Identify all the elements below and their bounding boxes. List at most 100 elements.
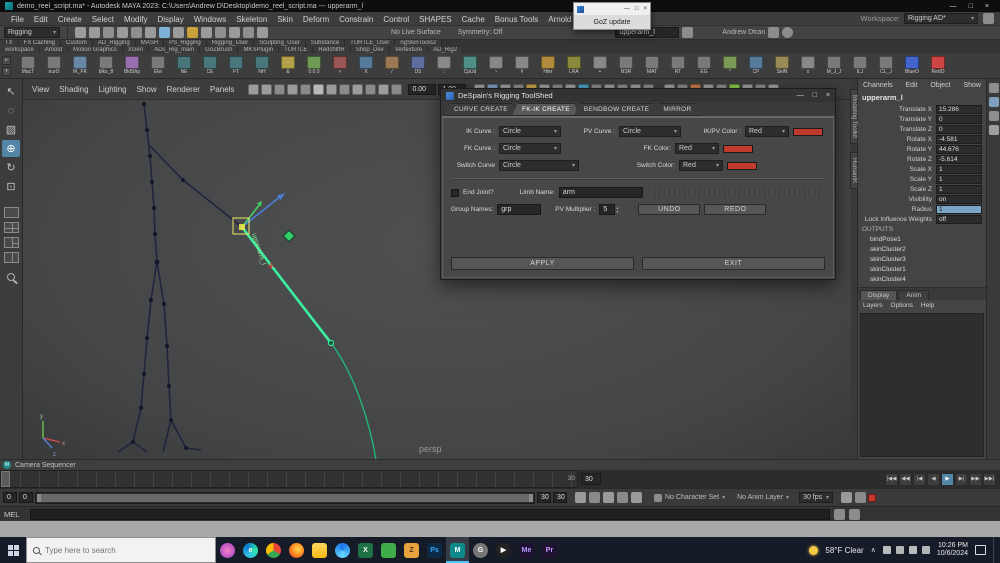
browser2-icon[interactable] [331, 537, 354, 563]
shelf-button[interactable]: CL_J [873, 54, 899, 78]
shelf-button[interactable]: X [353, 54, 379, 78]
layout-single-pane-button[interactable] [3, 207, 19, 218]
media-encoder-icon[interactable]: Me [515, 537, 538, 563]
viewport-toolbar-icon[interactable] [300, 83, 312, 95]
shelf-button[interactable]: CP [743, 54, 769, 78]
output-node-item[interactable]: skinCluster1 [858, 265, 986, 275]
channel-attribute-value[interactable]: off [936, 214, 982, 224]
menu-item[interactable]: Skeleton [231, 15, 272, 24]
media-player-icon[interactable]: ▶ [492, 537, 515, 563]
layout-four-pane-button[interactable] [3, 222, 19, 233]
pv-multiplier-stepper[interactable]: ▴ ▾ [616, 205, 618, 214]
manipulator-center-handle[interactable] [239, 224, 245, 230]
scale-tool[interactable]: ⊡ [2, 178, 20, 195]
character-set-selector[interactable]: No Character Set ▾ [654, 493, 725, 502]
group-names-input[interactable]: grp [497, 204, 542, 215]
viewport-toolbar-icon[interactable] [326, 83, 338, 95]
channel-attribute-label[interactable]: Radius [858, 206, 936, 213]
script-editor-icon[interactable] [849, 508, 860, 520]
fk-color-selector[interactable]: Red [675, 143, 719, 154]
menu-item[interactable]: Windows [189, 15, 231, 24]
goz-update-label[interactable]: GoZ update [574, 15, 650, 29]
shelf-button[interactable]: * [717, 54, 743, 78]
viewport-toolbar-icon[interactable] [391, 83, 403, 95]
exit-button[interactable]: EXIT [642, 257, 825, 270]
sidebar-vertical-tab[interactable]: Modeling Toolkit [850, 89, 858, 144]
layout-two-pane-button[interactable] [3, 252, 19, 263]
shelf-button[interactable]: IK_FK [67, 54, 93, 78]
window-minimize-button[interactable]: — [950, 3, 957, 10]
channel-attribute-value[interactable]: 0 [936, 114, 982, 124]
shelf-button[interactable]: o [795, 54, 821, 78]
viewport-toolbar-icon[interactable] [261, 83, 273, 95]
limb-name-input[interactable]: arm [558, 187, 643, 198]
shelf-button[interactable]: # [509, 54, 535, 78]
shelf-tab[interactable]: PS_Rigging [164, 40, 207, 47]
shelf-tab[interactable]: Rigging_User [206, 40, 255, 47]
pole-vector-handle[interactable] [282, 229, 296, 243]
sequencer-label[interactable]: Camera Sequencer [15, 462, 76, 469]
shelf-button[interactable]: NE [171, 54, 197, 78]
menu-item[interactable]: Create [53, 15, 87, 24]
user-account-name[interactable]: Andrew Dtran [722, 29, 765, 36]
menu-item[interactable]: File [6, 15, 29, 24]
layer-editor-menu-item[interactable]: Help [921, 302, 934, 309]
layer-editor-menu-item[interactable]: Options [891, 302, 913, 309]
channel-attribute-value[interactable]: 1 [936, 184, 982, 194]
goz-maximize-button[interactable]: □ [635, 6, 639, 12]
viewport-menu-item[interactable]: Show [133, 85, 161, 94]
transport-button[interactable]: ▶▶| [983, 472, 996, 486]
maya-icon[interactable]: M [446, 537, 469, 563]
taskbar-clock[interactable]: 10:26 PM 10/6/2024 [937, 542, 968, 558]
shelf-button[interactable]: < [327, 54, 353, 78]
menu-item[interactable]: Cache [457, 15, 490, 24]
tray-expand-chevron[interactable]: ∧ [871, 546, 876, 554]
shelf-button[interactable]: ILJ [847, 54, 873, 78]
shelf-tab[interactable]: AD_Rigging [92, 40, 136, 47]
channel-attribute-value[interactable]: 15.286 [936, 104, 982, 114]
shelf-button[interactable]: FT [223, 54, 249, 78]
edge-icon[interactable]: e [239, 537, 262, 563]
playback-option-icon[interactable] [575, 492, 586, 503]
channel-attribute-label[interactable]: Scale Z [858, 186, 936, 193]
viewport-menu-item[interactable]: Lighting [95, 85, 131, 94]
taskbar-search[interactable] [26, 537, 216, 563]
shelf-tab[interactable]: Sculpting_User [254, 40, 306, 47]
firefox-icon[interactable] [285, 537, 308, 563]
command-history-icon[interactable] [834, 508, 845, 520]
shelf-button[interactable]: 0.0.0 [301, 54, 327, 78]
viewport-toolbar-icon[interactable] [313, 83, 325, 95]
channel-attribute-value[interactable]: 1 [936, 164, 982, 174]
workspace-selector[interactable]: Rigging AD* [904, 13, 978, 24]
viewport-toolbar-icon[interactable] [365, 83, 377, 95]
shelf-button[interactable]: NSR [613, 54, 639, 78]
layer-editor-tab[interactable]: Anim [898, 290, 930, 300]
goz-minimize-button[interactable]: — [624, 6, 630, 12]
viewport-toolbar-icon[interactable] [378, 83, 390, 95]
transport-button[interactable]: ▶| [955, 472, 968, 486]
notification-center-icon[interactable] [975, 545, 986, 555]
ikpv-color-selector[interactable]: Red [745, 126, 789, 137]
shelf-button[interactable]: MAT [639, 54, 665, 78]
magnifier-icon[interactable] [7, 273, 15, 281]
viewport-menu-item[interactable]: Shading [55, 85, 92, 94]
channel-attribute-value[interactable]: -5.614 [936, 154, 982, 164]
output-node-item[interactable]: skinCluster4 [858, 275, 986, 285]
channel-attribute-label[interactable]: Rotate Y [858, 146, 936, 153]
sidebar-vertical-tab[interactable]: HumanIK [850, 151, 858, 189]
menu-item[interactable]: Edit [29, 15, 53, 24]
dialog-tab[interactable]: CURVE CREATE [444, 103, 518, 116]
playback-start-field[interactable]: 0 [19, 492, 33, 503]
tray-icon[interactable] [895, 546, 904, 554]
file-explorer-icon[interactable] [308, 537, 331, 563]
tray-icon[interactable] [921, 546, 930, 554]
tray-icon[interactable] [908, 546, 917, 554]
menu-item[interactable]: Select [87, 15, 119, 24]
paint-select-tool[interactable]: ▧ [2, 121, 20, 138]
current-frame-marker[interactable] [1, 471, 10, 487]
menu-item[interactable]: Constrain [334, 15, 378, 24]
fk-color-swatch[interactable] [723, 144, 753, 153]
menu-item[interactable]: Control [378, 15, 414, 24]
shelf-button[interactable]: BlueO [899, 54, 925, 78]
status-icon[interactable] [257, 27, 268, 38]
